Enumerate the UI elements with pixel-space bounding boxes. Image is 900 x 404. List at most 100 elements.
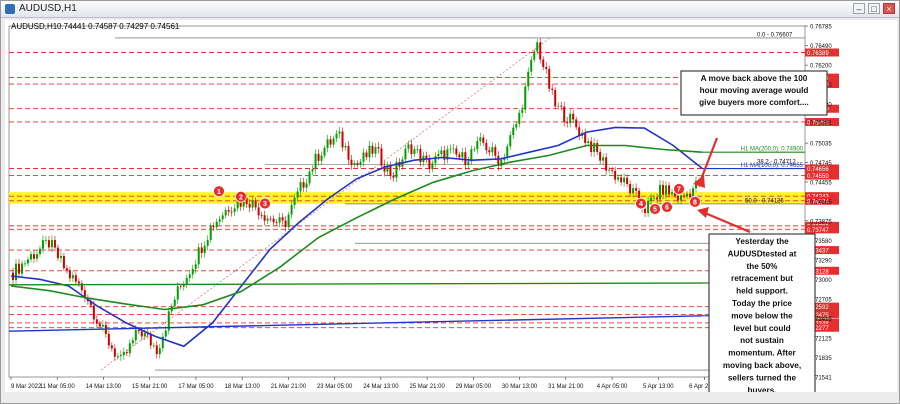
y-tick-label: 0.74455	[810, 180, 832, 186]
candle-body	[590, 141, 593, 153]
close-icon[interactable]: ×	[883, 3, 895, 14]
candle-body	[533, 51, 536, 60]
candle-body	[359, 161, 362, 165]
candle-body	[593, 142, 596, 153]
y-tick-label: 0.74165	[810, 200, 832, 206]
marker-6-label: 6	[665, 205, 669, 212]
candle-body	[326, 139, 329, 148]
candle-body	[335, 133, 338, 139]
chart-area[interactable]: 0.763890.760140.759180.755490.753510.746…	[5, 20, 897, 404]
candle-body	[347, 145, 350, 160]
candle-body	[65, 268, 68, 271]
candle-body	[68, 270, 71, 279]
candle-body	[50, 239, 53, 248]
candle-body	[47, 240, 50, 248]
candle-body	[545, 66, 548, 69]
candle-body	[374, 147, 377, 154]
candle-body	[584, 132, 587, 144]
chart-app-icon	[5, 4, 15, 14]
y-tick-label: 0.76785	[810, 25, 832, 31]
candle-body	[551, 88, 554, 91]
candle-body	[158, 348, 161, 355]
candle-body	[254, 200, 257, 208]
ma100-h1-label: H1 MA(100,0): 0.74655	[741, 163, 804, 169]
candle-body	[365, 152, 368, 158]
candle-body	[44, 240, 47, 241]
candle-body	[56, 247, 59, 259]
candle-body	[221, 215, 224, 220]
annotation-bottom-line: momentum. After	[728, 349, 796, 358]
candle-body	[440, 150, 443, 155]
candle-body	[125, 352, 128, 354]
x-tick-label: 24 Mar 13:00	[363, 384, 399, 390]
maximize-icon[interactable]: □	[868, 3, 880, 14]
candle-body	[302, 182, 305, 188]
y-tick-label: 0.76490	[810, 44, 832, 50]
candle-body	[557, 105, 560, 107]
candle-body	[377, 147, 380, 149]
marker-5-label: 5	[653, 207, 657, 214]
candle-body	[329, 139, 332, 145]
annotation-top-line: hour moving average would	[700, 86, 809, 95]
candle-body	[200, 247, 203, 254]
candle-body	[479, 137, 482, 142]
candle-body	[548, 68, 551, 89]
candle-body	[188, 274, 191, 278]
candle-body	[341, 131, 344, 148]
x-tick-label: 18 Mar 13:00	[224, 384, 260, 390]
candle-body	[605, 157, 608, 171]
candle-body	[305, 183, 308, 188]
candle-body	[290, 204, 293, 215]
candle-body	[512, 127, 515, 136]
candle-body	[215, 221, 218, 228]
candle-body	[14, 263, 17, 281]
y-tick-label: 0.75351	[810, 120, 832, 126]
candle-body	[323, 147, 326, 156]
price-chart[interactable]: 0.763890.760140.759180.755490.753510.746…	[5, 20, 897, 404]
x-tick-label: 21 Mar 21:00	[271, 384, 307, 390]
candle-body	[140, 331, 143, 337]
candle-body	[179, 286, 182, 288]
candle-body	[260, 215, 263, 217]
annotation-bottom-line: Today the price	[732, 299, 792, 308]
ma200-h1-label: H1 MA(200,0): 0.74900	[741, 147, 804, 153]
annotation-bottom-line: moving back above,	[723, 361, 801, 370]
y-tick-label: 0.74745	[810, 161, 832, 167]
candle-body	[20, 263, 23, 274]
candle-body	[659, 184, 662, 200]
minimize-icon[interactable]: –	[853, 3, 865, 14]
candle-body	[131, 340, 134, 344]
candle-body	[563, 106, 566, 122]
x-tick-label: 14 Mar 13:00	[86, 384, 122, 390]
candle-body	[437, 154, 440, 157]
annotation-bottom-line: move below the	[731, 311, 793, 320]
candle-body	[476, 141, 479, 150]
candle-body	[29, 254, 32, 260]
chart-symbol: AUDUSD,H1	[11, 22, 58, 31]
annotation-bottom-line: buyers.	[747, 386, 776, 392]
candle-body	[53, 239, 56, 248]
marker-3-label: 3	[263, 201, 267, 208]
candle-body	[137, 329, 140, 332]
candle-body	[23, 263, 26, 265]
x-tick-label: 11 Mar 05:00	[40, 384, 76, 390]
candle-body	[209, 226, 212, 240]
candle-body	[404, 148, 407, 160]
window-title: AUDUSD,H1	[19, 3, 77, 14]
candle-body	[320, 155, 323, 161]
candle-body	[473, 149, 476, 151]
candle-body	[587, 141, 590, 144]
candle-body	[527, 71, 530, 87]
candle-body	[632, 188, 635, 194]
candle-body	[257, 207, 260, 216]
candle-body	[26, 259, 29, 264]
x-tick-label: 31 Mar 21:00	[548, 384, 584, 390]
candle-body	[299, 182, 302, 192]
candle-body	[191, 268, 194, 275]
candle-body	[263, 215, 266, 221]
candle-body	[494, 147, 497, 156]
candle-body	[521, 109, 524, 113]
candle-body	[464, 152, 467, 166]
candle-body	[311, 169, 314, 172]
candle-body	[539, 42, 542, 60]
